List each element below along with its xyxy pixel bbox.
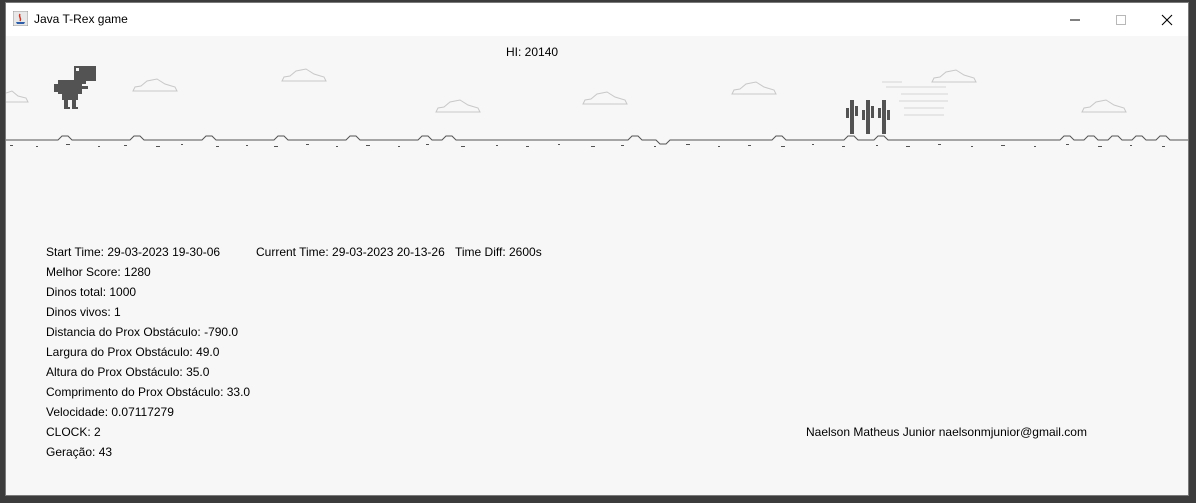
largura-obstaculo: Largura do Prox Obstáculo: 49.0 xyxy=(46,345,220,359)
velocidade: Velocidade: 0.07117279 xyxy=(46,405,174,419)
maximize-button[interactable] xyxy=(1098,3,1144,36)
window-title: Java T-Rex game xyxy=(34,12,128,26)
cloud-icon xyxy=(132,78,178,92)
clock: CLOCK: 2 xyxy=(46,425,101,439)
ground-texture xyxy=(10,144,1165,147)
dinos-total: Dinos total: 1000 xyxy=(46,285,137,299)
close-button[interactable] xyxy=(1144,3,1190,36)
minimize-icon xyxy=(1070,19,1080,20)
melhor-score: Melhor Score: 1280 xyxy=(46,265,151,279)
cloud-icon xyxy=(1081,99,1127,113)
close-icon xyxy=(1161,14,1173,25)
game-canvas[interactable]: HI: 20140 Start Time: 29-03-2023 19-30-0… xyxy=(6,36,1188,495)
title-bar[interactable]: Java T-Rex game xyxy=(6,3,1188,36)
time-diff: Time Diff: 2600s xyxy=(455,245,542,259)
trex-dino-icon xyxy=(54,66,96,109)
geracao: Geração: 43 xyxy=(46,445,113,459)
distancia-obstaculo: Distancia do Prox Obstáculo: -790.0 xyxy=(46,325,239,339)
java-app-icon xyxy=(13,11,28,26)
cloud-icon xyxy=(281,68,327,82)
cloud-icon xyxy=(931,69,977,83)
game-window: Java T-Rex game HI: 20140 Start Time: 29… xyxy=(5,2,1189,496)
cactus-icon xyxy=(846,100,890,134)
motion-lines xyxy=(882,81,948,116)
ground-line xyxy=(6,135,1188,145)
author-credit: Naelson Matheus Junior naelsonmjunior@gm… xyxy=(806,425,1087,439)
altura-obstaculo: Altura do Prox Obstáculo: 35.0 xyxy=(46,365,210,379)
cloud-icon xyxy=(731,81,777,95)
maximize-icon xyxy=(1116,14,1126,25)
game-scene xyxy=(6,66,1188,147)
minimize-button[interactable] xyxy=(1052,3,1098,36)
cloud-icon xyxy=(435,99,481,113)
cloud-icon xyxy=(582,91,628,105)
cloud-icon xyxy=(6,90,29,103)
current-time: Current Time: 29-03-2023 20-13-26 xyxy=(256,245,445,259)
comprimento-obstaculo: Comprimento do Prox Obstáculo: 33.0 xyxy=(46,385,251,399)
start-time: Start Time: 29-03-2023 19-30-06 xyxy=(46,245,221,259)
dinos-vivos: Dinos vivos: 1 xyxy=(46,305,121,319)
